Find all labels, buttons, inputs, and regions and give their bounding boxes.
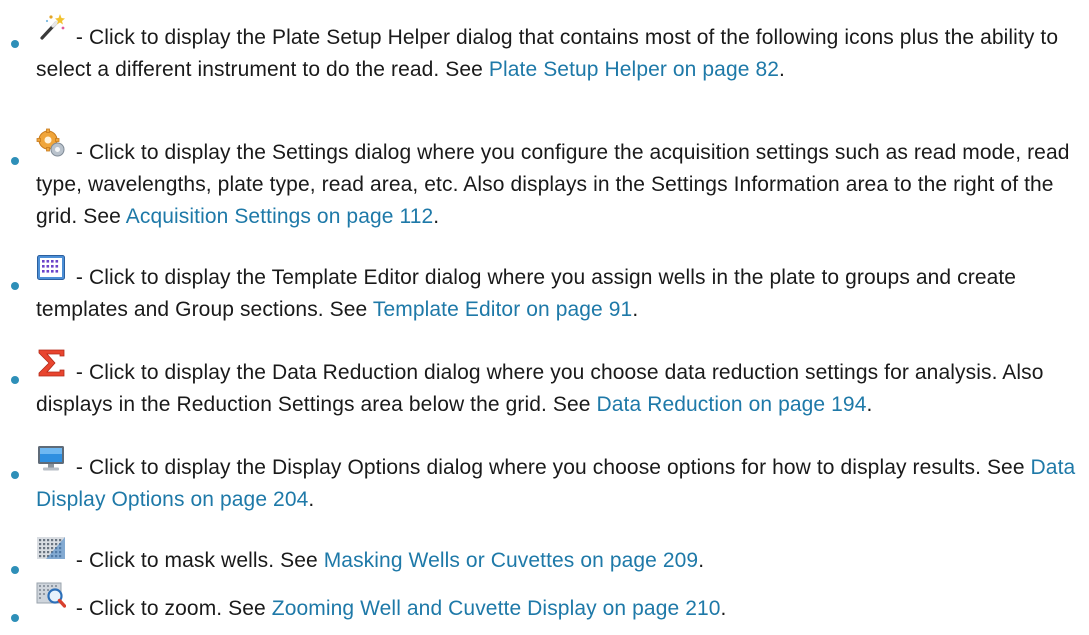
zooming-display-link[interactable]: Zooming Well and Cuvette Display on page… <box>272 597 721 620</box>
item-text: - Click to display the Display Options d… <box>36 452 1076 516</box>
item-description: - Click to zoom. See <box>70 597 272 620</box>
bullet <box>11 376 19 384</box>
item-description: - Click to display the Data Reduction di… <box>36 361 1044 416</box>
item-text: - Click to display the Plate Setup Helpe… <box>36 22 1076 86</box>
item-text: - Click to zoom. See Zooming Well and Cu… <box>36 593 1076 625</box>
item-tail: . <box>866 393 873 416</box>
item-tail: . <box>779 58 785 81</box>
template-editor-link[interactable]: Template Editor on page 91 <box>373 298 632 321</box>
item-description: - Click to mask wells. See <box>70 549 324 572</box>
acquisition-settings-link[interactable]: Acquisition Settings on page 112 <box>126 205 434 228</box>
item-text: - Click to mask wells. See Masking Wells… <box>36 545 1076 577</box>
plate-setup-helper-link[interactable]: Plate Setup Helper on page 82 <box>489 58 779 81</box>
masking-wells-link[interactable]: Masking Wells or Cuvettes on page 209 <box>324 549 699 572</box>
item-text: - Click to display the Template Editor d… <box>36 262 1076 326</box>
bullet <box>11 471 19 479</box>
item-description: - Click to display the Display Options d… <box>70 456 1031 479</box>
bullet <box>11 40 19 48</box>
bullet <box>11 614 19 622</box>
item-tail: . <box>308 488 315 511</box>
document: - Click to display the Plate Setup Helpe… <box>0 0 1089 635</box>
item-tail: . <box>433 205 440 228</box>
bullet <box>11 157 19 165</box>
item-tail: . <box>698 549 705 572</box>
bullet <box>11 566 19 574</box>
item-text: - Click to display the Data Reduction di… <box>36 357 1076 421</box>
item-text: - Click to display the Settings dialog w… <box>36 137 1076 233</box>
item-tail: . <box>720 597 727 620</box>
item-tail: . <box>632 298 639 321</box>
data-reduction-link[interactable]: Data Reduction on page 194 <box>597 393 867 416</box>
bullet <box>11 282 19 290</box>
